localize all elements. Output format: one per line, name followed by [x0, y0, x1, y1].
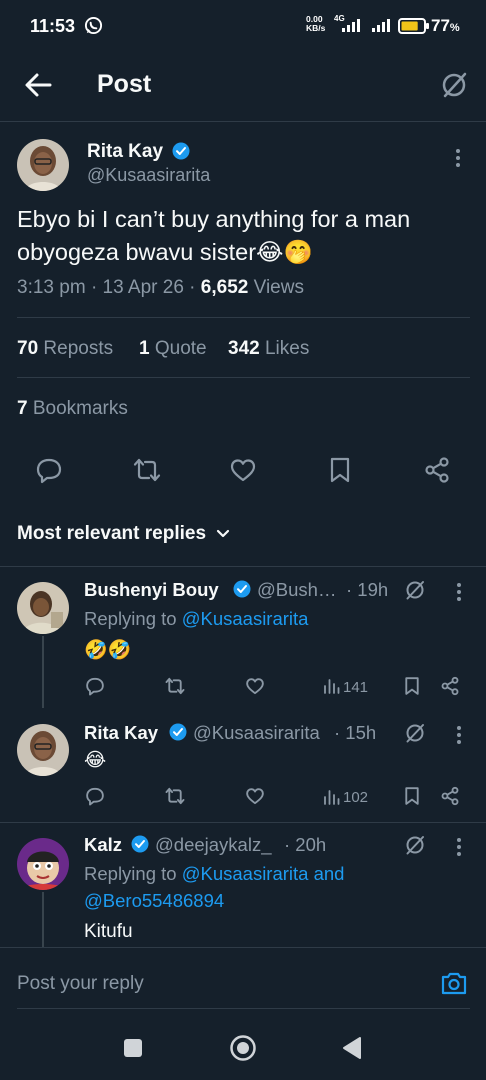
- reply-author-name[interactable]: Kalz: [84, 834, 122, 856]
- reply-underline: [17, 1008, 470, 1009]
- status-bar: 11:53 0.00 KB/s 4G 77%: [0, 0, 486, 52]
- views-count: 6,652: [200, 277, 249, 298]
- tweet-text: Ebyo bi I can’t buy anything for a man o…: [17, 206, 411, 265]
- reply-icon[interactable]: [85, 786, 105, 806]
- bookmark-icon[interactable]: [403, 676, 421, 696]
- back-button[interactable]: [342, 1036, 362, 1060]
- reply-author-name[interactable]: Bushenyi Bouy: [84, 579, 219, 601]
- more-icon[interactable]: [456, 582, 462, 602]
- like-icon[interactable]: [245, 786, 265, 806]
- more-icon[interactable]: [456, 725, 462, 745]
- divider: [17, 317, 470, 318]
- avatar[interactable]: [17, 139, 69, 191]
- verified-icon: [131, 835, 149, 853]
- repost-icon[interactable]: [132, 456, 162, 484]
- quotes-stat[interactable]: 1 Quote: [139, 338, 207, 360]
- replying-to: Replying to @Kusaasirarita: [84, 608, 309, 629]
- reply-icon[interactable]: [35, 456, 63, 484]
- replying-to: Replying to @Kusaasirarita and @Bero5548…: [84, 860, 344, 914]
- mention-link[interactable]: @Kusaasirarita: [182, 608, 309, 629]
- divider: [0, 822, 486, 823]
- tweet-time: 3:13 pm: [17, 277, 86, 298]
- page-title: Post: [97, 70, 152, 98]
- repost-icon[interactable]: [164, 786, 186, 806]
- views-icon[interactable]: [323, 677, 341, 695]
- share-icon[interactable]: [440, 786, 460, 806]
- mention-link[interactable]: @Kusaasirarita and: [182, 863, 345, 884]
- verified-icon: [172, 142, 190, 160]
- grok-icon[interactable]: [440, 71, 468, 99]
- views-icon[interactable]: [323, 788, 341, 806]
- reply-author-handle[interactable]: @Bush…: [257, 579, 336, 601]
- like-icon[interactable]: [245, 676, 265, 696]
- author-name[interactable]: Rita Kay: [87, 141, 163, 163]
- reply-time: · 20h: [284, 834, 327, 855]
- reply-text: 🤣🤣: [84, 640, 132, 661]
- battery-percent: 77%: [431, 16, 460, 35]
- divider: [0, 566, 486, 567]
- recent-apps-button[interactable]: [123, 1038, 143, 1058]
- camera-icon[interactable]: [440, 970, 468, 996]
- signal-strength-icon: [340, 18, 364, 32]
- home-button[interactable]: [229, 1034, 257, 1062]
- reply-text: Kitufu: [84, 921, 133, 942]
- bookmarks-stat[interactable]: 7 Bookmarks: [17, 398, 128, 420]
- divider: [17, 377, 470, 378]
- reply-author-name[interactable]: Rita Kay: [84, 722, 158, 744]
- reply-time: · 15h: [334, 722, 377, 743]
- network-speed: 0.00 KB/s: [306, 14, 326, 33]
- signal-strength-icon: [370, 18, 394, 32]
- grok-icon[interactable]: [404, 579, 426, 601]
- like-icon[interactable]: [229, 456, 257, 484]
- share-icon[interactable]: [440, 676, 460, 696]
- thread-line: [42, 636, 44, 708]
- tweet-meta: 3:13 pm · 13 Apr 26 · 6,652 Views: [17, 277, 304, 298]
- views-count: 102: [343, 789, 369, 806]
- reply-icon[interactable]: [85, 676, 105, 696]
- views-label: Views: [253, 277, 304, 298]
- grok-icon[interactable]: [404, 834, 426, 856]
- header-divider: [0, 121, 486, 122]
- reply-author-handle[interactable]: @deejaykalz_: [155, 834, 271, 856]
- status-time: 11:53: [30, 16, 76, 36]
- divider: [0, 947, 486, 948]
- reply-text: 😂: [84, 750, 107, 771]
- repost-icon[interactable]: [164, 676, 186, 696]
- reply-time: · 19h: [346, 579, 389, 600]
- avatar[interactable]: [17, 582, 69, 634]
- more-icon[interactable]: [455, 148, 461, 168]
- bookmark-icon[interactable]: [403, 786, 421, 806]
- views-count: 141: [343, 679, 369, 696]
- chevron-down-icon[interactable]: [215, 527, 231, 541]
- reposts-stat[interactable]: 70 Reposts: [17, 338, 113, 360]
- avatar[interactable]: [17, 838, 69, 890]
- bookmark-icon[interactable]: [328, 456, 352, 484]
- battery-icon: [398, 18, 430, 34]
- back-arrow-icon[interactable]: [24, 72, 52, 98]
- share-icon[interactable]: [423, 456, 451, 484]
- likes-stat[interactable]: 342 Likes: [228, 338, 309, 360]
- verified-icon: [233, 580, 251, 598]
- mention-link[interactable]: @Bero55486894: [84, 887, 344, 914]
- more-icon[interactable]: [456, 837, 462, 857]
- thread-line: [42, 892, 44, 948]
- reply-input[interactable]: Post your reply: [17, 973, 144, 995]
- tweet-date: 13 Apr 26: [102, 277, 184, 298]
- grok-icon[interactable]: [404, 722, 426, 744]
- verified-icon: [169, 723, 187, 741]
- whatsapp-icon: [84, 16, 103, 35]
- sort-replies-button[interactable]: Most relevant replies: [17, 523, 206, 545]
- author-handle[interactable]: @Kusaasirarita: [87, 165, 210, 186]
- avatar[interactable]: [17, 724, 69, 776]
- reply-author-handle[interactable]: @Kusaasirarita: [193, 722, 320, 744]
